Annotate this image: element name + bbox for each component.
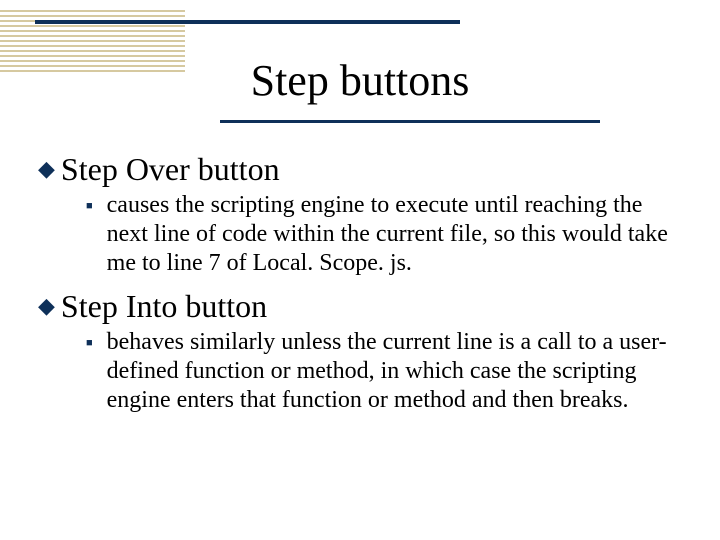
mid-horizontal-rule: [220, 120, 600, 123]
list-item: ■ behaves similarly unless the current l…: [86, 328, 672, 415]
slide: Step buttons ◆ Step Over button ■ causes…: [0, 0, 720, 540]
top-horizontal-rule: [35, 20, 460, 24]
slide-title: Step buttons: [0, 55, 720, 106]
slide-body: ◆ Step Over button ■ causes the scriptin…: [38, 145, 682, 425]
detail-text: causes the scripting engine to execute u…: [107, 191, 672, 278]
diamond-bullet-icon: ◆: [38, 151, 55, 187]
square-bullet-icon: ■: [86, 328, 93, 358]
diamond-bullet-icon: ◆: [38, 288, 55, 324]
heading-text: Step Into button: [61, 288, 267, 324]
list-item: ■ causes the scripting engine to execute…: [86, 191, 672, 278]
square-bullet-icon: ■: [86, 191, 93, 221]
list-item: ◆ Step Over button: [38, 151, 682, 187]
list-item: ◆ Step Into button: [38, 288, 682, 324]
heading-text: Step Over button: [61, 151, 280, 187]
detail-text: behaves similarly unless the current lin…: [107, 328, 672, 415]
